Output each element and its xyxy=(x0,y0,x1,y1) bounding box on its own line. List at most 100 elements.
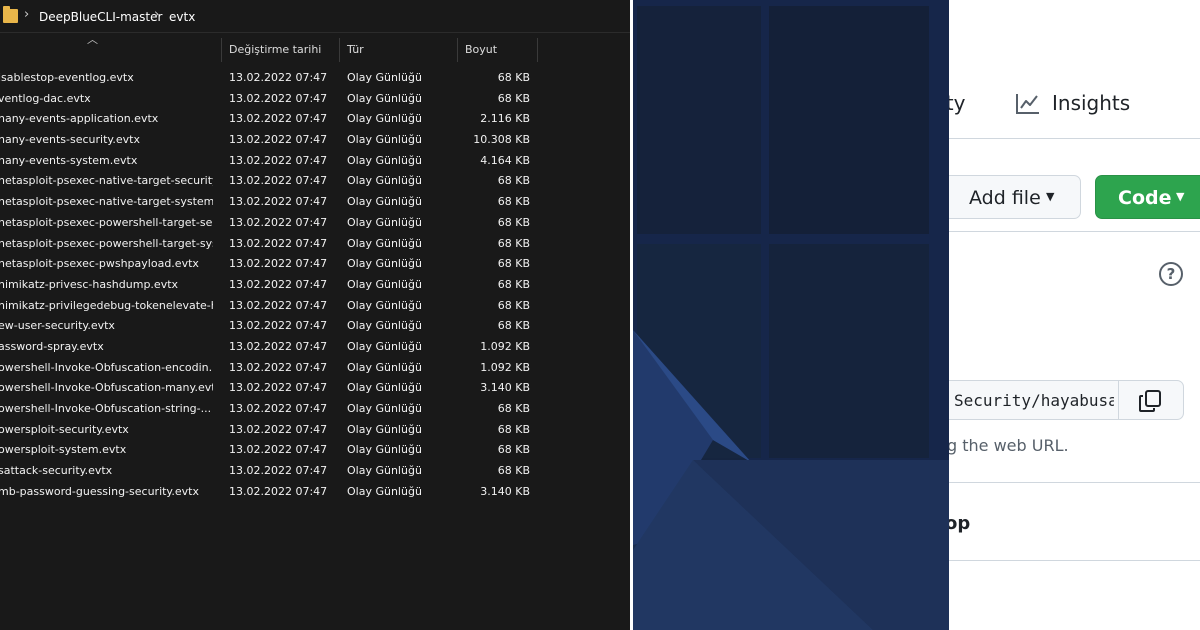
file-type: Olay Günlüğü xyxy=(347,71,422,84)
file-date: 13.02.2022 07:47 xyxy=(229,112,328,126)
file-name: isablestop-eventlog.evtx xyxy=(0,71,134,84)
file-date: 13.02.2022 07:47 xyxy=(229,277,328,291)
copy-url-button[interactable] xyxy=(1118,380,1184,420)
file-size: 68 KB xyxy=(497,464,530,478)
file-size: 68 KB xyxy=(497,215,530,229)
file-type: Olay Günlüğü xyxy=(347,484,422,498)
file-date: 13.02.2022 07:47 xyxy=(229,402,328,415)
file-row[interactable]: isablestop-eventlog.evtx 13.02.2022 07:47… xyxy=(0,68,630,89)
file-date: 13.02.2022 07:47 xyxy=(229,360,328,374)
question-icon[interactable]: ? xyxy=(1159,262,1183,286)
column-divider[interactable] xyxy=(339,38,340,62)
file-row[interactable]: assword-spray.evtx 13.02.2022 07:47 Olay G… xyxy=(0,337,630,358)
file-row[interactable]: nany-events-application.evtx 13.02.2022 0… xyxy=(0,109,630,130)
file-row[interactable]: netasploit-psexec-native-target-system..… xyxy=(0,192,630,213)
file-date: 13.02.2022 07:47 xyxy=(229,236,328,250)
column-header-date[interactable]: Değiştirme tarihi xyxy=(229,43,321,56)
column-header-size[interactable]: Boyut xyxy=(465,43,497,56)
file-type: Olay Günlüğü xyxy=(347,443,422,457)
code-label: Code xyxy=(1118,187,1172,209)
breadcrumb-item-deepbluecli[interactable]: DeepBlueCLI-master xyxy=(39,10,162,24)
file-row[interactable]: nany-events-security.evtx 13.02.2022 07:4… xyxy=(0,130,630,151)
file-row[interactable]: owersploit-security.evtx 13.02.2022 07:47… xyxy=(0,420,630,441)
file-name: owersploit-security.evtx xyxy=(0,422,129,436)
clone-url-input[interactable] xyxy=(954,387,1114,413)
file-type: Olay Günlüğü xyxy=(347,464,422,478)
file-row[interactable]: owershell-Invoke-Obfuscation-string-... 1… xyxy=(0,399,630,420)
file-size: 68 KB xyxy=(497,277,530,291)
file-row[interactable]: owershell-Invoke-Obfuscation-many.evtx 13… xyxy=(0,378,630,399)
file-row[interactable]: netasploit-psexec-powershell-target-sec.… xyxy=(0,213,630,234)
file-row[interactable]: nimikatz-privesc-hashdump.evtx 13.02.2022… xyxy=(0,275,630,296)
clone-url-field[interactable] xyxy=(949,380,1119,420)
file-name: ventlog-dac.evtx xyxy=(0,91,91,105)
file-type: Olay Günlüğü xyxy=(347,277,422,291)
file-date: 13.02.2022 07:47 xyxy=(229,257,328,271)
tab-security[interactable]: rity xyxy=(949,91,965,115)
column-header-type[interactable]: Tür xyxy=(347,43,364,56)
graph-icon xyxy=(1016,94,1039,114)
file-size: 68 KB xyxy=(497,443,530,457)
file-row[interactable]: sattack-security.evtx 13.02.2022 07:47 Ola… xyxy=(0,461,630,482)
breadcrumb-separator-icon: › xyxy=(154,7,160,22)
file-date: 13.02.2022 07:47 xyxy=(229,91,328,105)
file-date: 13.02.2022 07:47 xyxy=(229,319,328,333)
folder-icon xyxy=(3,6,18,23)
file-name: nimikatz-privesc-hashdump.evtx xyxy=(0,277,179,291)
file-size: 68 KB xyxy=(497,257,530,271)
file-name: netasploit-psexec-native-target-security… xyxy=(0,174,213,188)
file-row[interactable]: mb-password-guessing-security.evtx 13.02.… xyxy=(0,482,630,503)
file-row[interactable]: owershell-Invoke-Obfuscation-encodin... 1… xyxy=(0,358,630,379)
file-size: 68 KB xyxy=(497,236,530,250)
file-size: 1.092 KB xyxy=(480,360,530,374)
file-size: 68 KB xyxy=(497,402,530,415)
desktop-wallpaper xyxy=(633,0,949,630)
add-file-button[interactable]: Add file ▼ xyxy=(949,175,1081,219)
file-size: 10.308 KB xyxy=(473,133,530,147)
open-desktop-option[interactable]: op xyxy=(949,513,970,534)
file-date: 13.02.2022 07:47 xyxy=(229,381,328,395)
file-row[interactable]: nany-events-system.evtx 13.02.2022 07:47 O… xyxy=(0,151,630,172)
file-date: 13.02.2022 07:47 xyxy=(229,484,328,498)
file-type: Olay Günlüğü xyxy=(347,112,422,126)
add-file-label: Add file xyxy=(969,187,1041,209)
file-date: 13.02.2022 07:47 xyxy=(229,339,328,353)
caret-down-icon: ▼ xyxy=(1176,190,1185,203)
column-header-row: Değiştirme tarihi Tür Boyut xyxy=(0,38,630,62)
column-divider[interactable] xyxy=(221,38,222,62)
file-type: Olay Günlüğü xyxy=(347,298,422,312)
breadcrumb-separator-icon: › xyxy=(24,7,30,22)
file-row[interactable]: owersploit-system.evtx 13.02.2022 07:47 Ol… xyxy=(0,440,630,461)
divider xyxy=(949,560,1200,561)
breadcrumb-item-evtx[interactable]: evtx xyxy=(169,10,195,24)
file-size: 1.092 KB xyxy=(480,339,530,353)
file-name: owershell-Invoke-Obfuscation-string-... xyxy=(0,402,212,415)
file-name: nany-events-system.evtx xyxy=(0,153,138,167)
column-divider[interactable] xyxy=(537,38,538,62)
file-explorer-window: › DeepBlueCLI-master › evtx ︿ Değiştirme… xyxy=(0,0,630,630)
file-list: isablestop-eventlog.evtx 13.02.2022 07:47… xyxy=(0,68,630,502)
code-button[interactable]: Code ▼ xyxy=(1095,175,1200,219)
file-name: nany-events-security.evtx xyxy=(0,133,140,147)
file-row[interactable]: netasploit-psexec-native-target-security… xyxy=(0,171,630,192)
address-bar[interactable]: › DeepBlueCLI-master › evtx xyxy=(0,0,630,33)
file-row[interactable]: ew-user-security.evtx 13.02.2022 07:47 Ola… xyxy=(0,316,630,337)
caret-down-icon: ▼ xyxy=(1046,190,1055,203)
tab-insights[interactable]: Insights xyxy=(1052,91,1130,115)
file-date: 13.02.2022 07:47 xyxy=(229,298,328,312)
divider xyxy=(949,482,1200,483)
file-row[interactable]: ventlog-dac.evtx 13.02.2022 07:47 Olay Gün… xyxy=(0,89,630,110)
file-row[interactable]: netasploit-psexec-powershell-target-sys.… xyxy=(0,234,630,255)
file-size: 68 KB xyxy=(497,91,530,105)
file-size: 3.140 KB xyxy=(480,381,530,395)
clone-hint-text: g the web URL. xyxy=(949,436,1069,455)
file-type: Olay Günlüğü xyxy=(347,422,422,436)
column-divider[interactable] xyxy=(457,38,458,62)
file-row[interactable]: netasploit-psexec-pwshpayload.evtx 13.02.… xyxy=(0,254,630,275)
file-row[interactable]: nimikatz-privilegedebug-tokenelevate-h..… xyxy=(0,296,630,317)
file-date: 13.02.2022 07:47 xyxy=(229,153,328,167)
file-name: netasploit-psexec-native-target-system..… xyxy=(0,195,213,209)
file-size: 68 KB xyxy=(497,174,530,188)
copy-icon xyxy=(1139,390,1161,412)
file-type: Olay Günlüğü xyxy=(347,195,422,209)
